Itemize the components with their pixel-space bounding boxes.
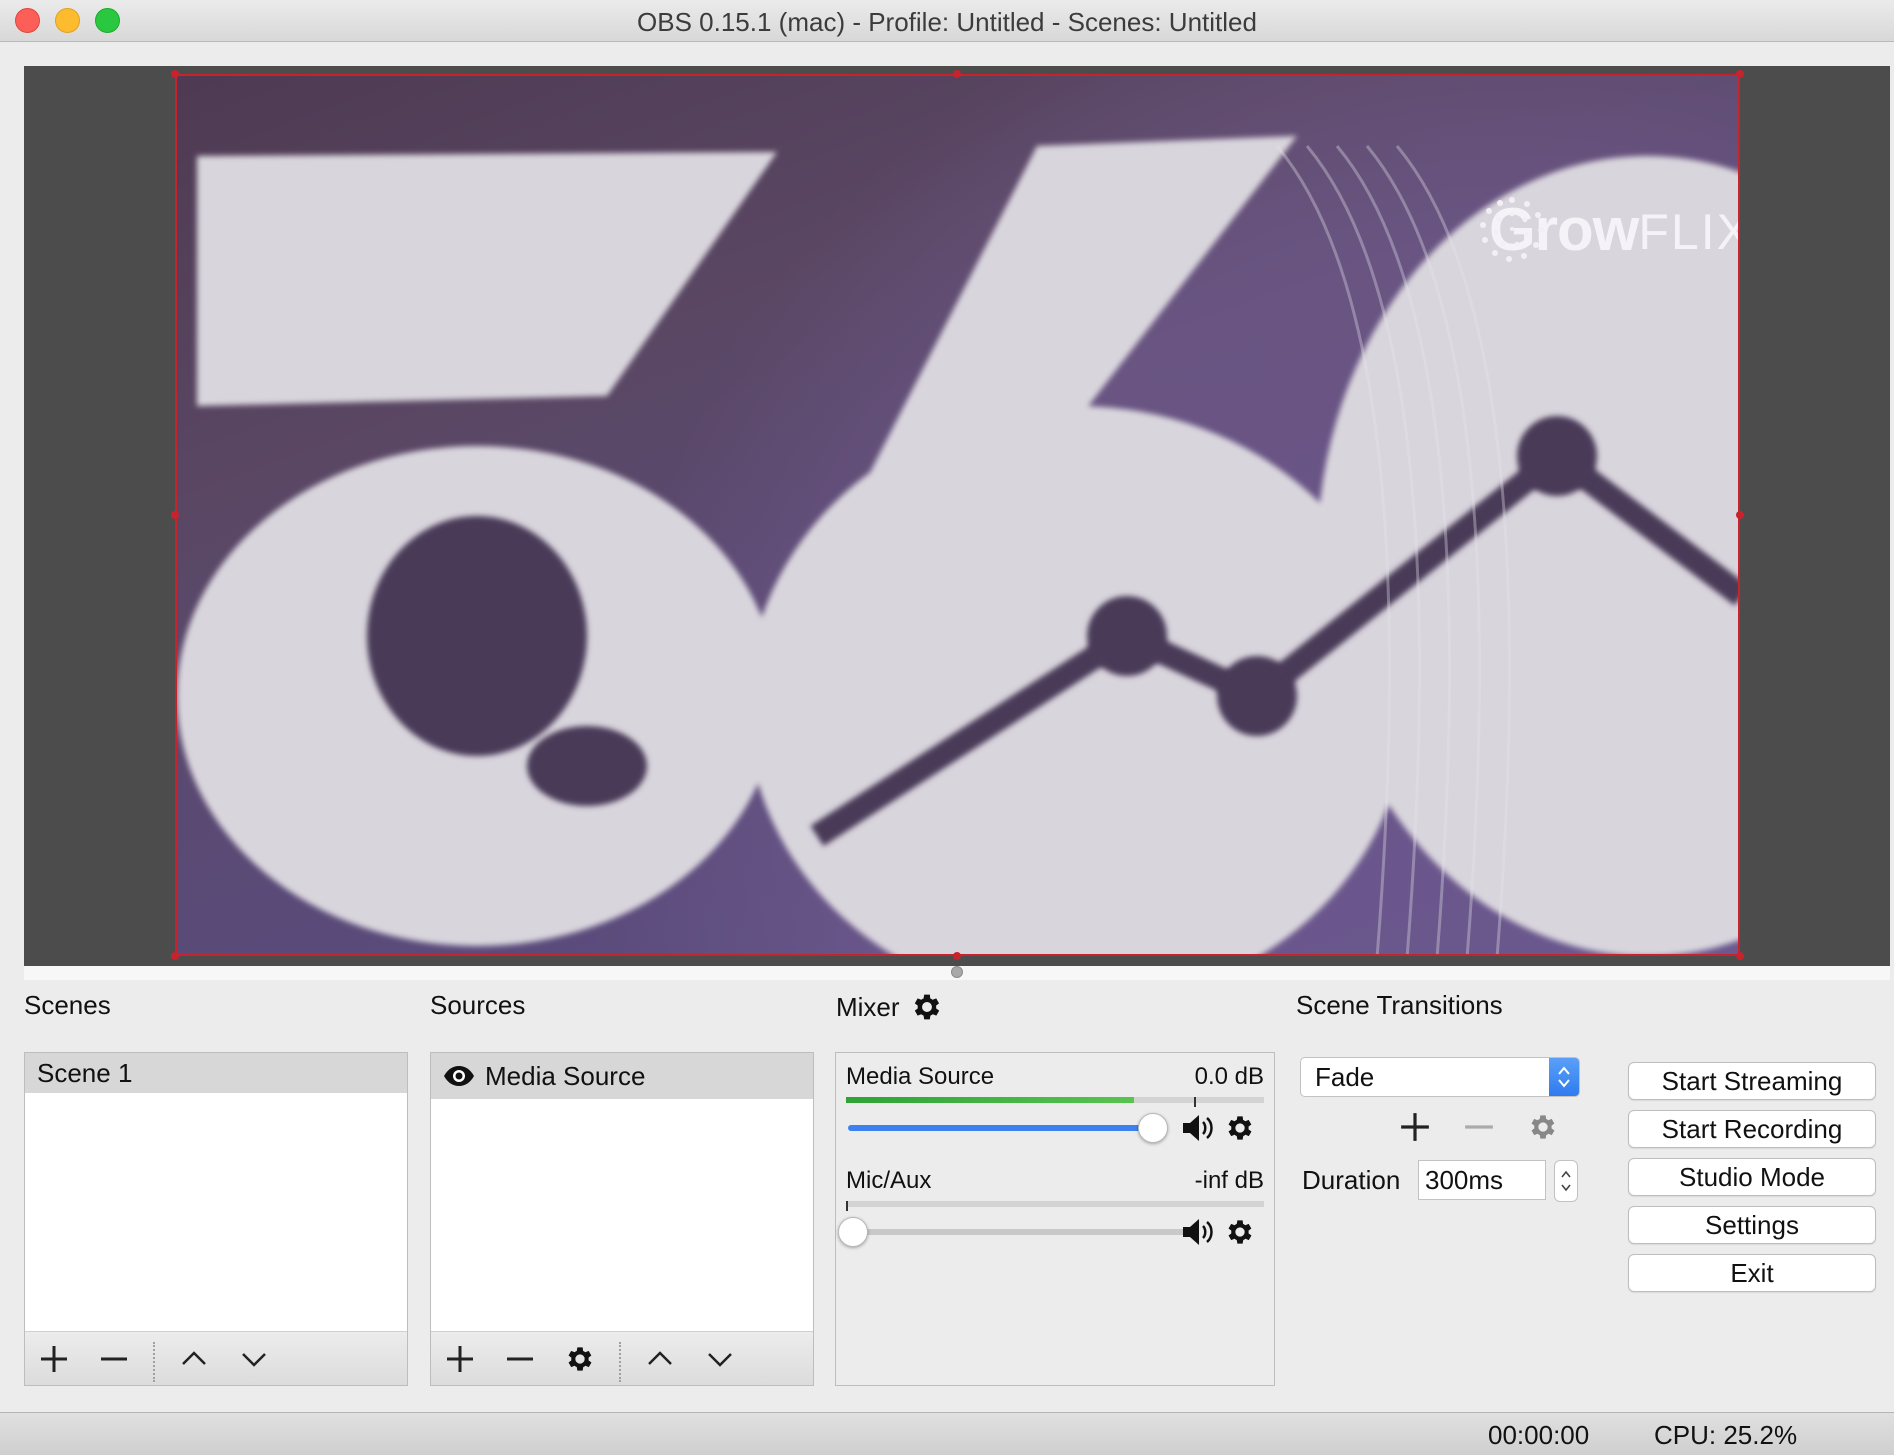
move-scene-down-button[interactable] xyxy=(237,1342,271,1376)
stepper-arrows-icon xyxy=(1561,1170,1571,1192)
mute-button[interactable] xyxy=(1181,1111,1215,1145)
start-streaming-button[interactable]: Start Streaming xyxy=(1628,1062,1876,1100)
mixer-channel-db: -inf dB xyxy=(1194,1167,1264,1194)
move-source-up-button[interactable] xyxy=(643,1342,677,1376)
volume-meter xyxy=(846,1097,1264,1107)
toolbar-separator xyxy=(619,1342,621,1382)
window-title: OBS 0.15.1 (mac) - Profile: Untitled - S… xyxy=(637,7,1257,37)
recording-time: 00:00:00 xyxy=(1488,1420,1590,1450)
mixer-channel-name: Mic/Aux xyxy=(846,1167,932,1194)
remove-scene-button[interactable] xyxy=(97,1342,131,1376)
resize-handle-right[interactable] xyxy=(1736,511,1744,519)
remove-transition-button[interactable] xyxy=(1462,1110,1496,1144)
scenes-label: Scenes xyxy=(24,990,111,1020)
chevron-down-icon xyxy=(242,1353,266,1367)
scene-transitions-label: Scene Transitions xyxy=(1296,990,1503,1020)
toolbar-separator xyxy=(153,1342,155,1382)
volume-meter-peak xyxy=(1194,1097,1196,1107)
logo-text-flix: FLIX xyxy=(1638,204,1738,260)
resize-handle-top[interactable] xyxy=(953,70,961,78)
move-scene-up-button[interactable] xyxy=(177,1342,211,1376)
gear-icon xyxy=(568,1347,592,1371)
source-item-label: Media Source xyxy=(485,1061,646,1091)
volume-meter xyxy=(846,1201,1264,1211)
source-item[interactable]: Media Source xyxy=(431,1053,813,1099)
speaker-icon xyxy=(1183,1219,1213,1245)
splitter-handle[interactable] xyxy=(951,966,963,978)
chevron-down-icon xyxy=(708,1353,732,1367)
status-bar: 00:00:00 CPU: 25.2% xyxy=(0,1412,1894,1455)
scenes-list[interactable]: Scene 1 xyxy=(24,1052,408,1386)
exit-button[interactable]: Exit xyxy=(1628,1254,1876,1292)
plus-icon xyxy=(447,1346,473,1372)
gear-icon xyxy=(1228,1220,1252,1244)
add-source-button[interactable] xyxy=(443,1342,477,1376)
media-source-preview[interactable]: Grow FLIX xyxy=(175,74,1740,956)
gear-icon[interactable] xyxy=(910,990,944,1024)
transition-select[interactable]: Fade xyxy=(1300,1057,1580,1097)
growflix-logo: Grow FLIX xyxy=(1477,194,1738,264)
cpu-usage: CPU: 25.2% xyxy=(1654,1420,1798,1450)
eye-icon[interactable] xyxy=(443,1065,475,1087)
sources-label: Sources xyxy=(430,990,526,1020)
sources-toolbar xyxy=(431,1331,813,1385)
add-scene-button[interactable] xyxy=(37,1342,71,1376)
resize-handle-bottom[interactable] xyxy=(953,952,961,960)
channel-settings-button[interactable] xyxy=(1223,1111,1257,1145)
move-source-down-button[interactable] xyxy=(703,1342,737,1376)
audio-mixer: Media Source 0.0 dB Mic/Aux -inf dB xyxy=(835,1052,1275,1386)
speaker-icon xyxy=(1183,1115,1213,1141)
transition-selected-value: Fade xyxy=(1315,1062,1375,1092)
resize-handle-bottom-left[interactable] xyxy=(171,952,179,960)
mixer-channel-name: Media Source xyxy=(846,1063,995,1090)
minus-icon xyxy=(507,1357,533,1361)
resize-handle-top-left[interactable] xyxy=(171,70,179,78)
channel-settings-button[interactable] xyxy=(1223,1215,1257,1249)
mute-button[interactable] xyxy=(1181,1215,1215,1249)
scene-item[interactable]: Scene 1 xyxy=(25,1053,407,1093)
gear-icon xyxy=(1228,1116,1252,1140)
mixer-header: Mixer xyxy=(836,990,944,1024)
volume-slider-track[interactable] xyxy=(848,1229,1188,1235)
resize-handle-left[interactable] xyxy=(171,511,179,519)
volume-meter-peak xyxy=(846,1201,848,1211)
plus-icon xyxy=(41,1346,67,1372)
add-transition-button[interactable] xyxy=(1398,1110,1432,1144)
title-bar: OBS 0.15.1 (mac) - Profile: Untitled - S… xyxy=(0,0,1894,42)
growflix-dots-icon xyxy=(1480,197,1544,262)
mixer-label: Mixer xyxy=(836,991,900,1022)
volume-slider-knob[interactable] xyxy=(838,1217,868,1247)
gear-icon xyxy=(1531,1115,1555,1139)
volume-slider-track[interactable] xyxy=(848,1125,1158,1131)
duration-stepper[interactable] xyxy=(1554,1160,1578,1202)
minus-icon xyxy=(1465,1125,1493,1129)
studio-mode-button[interactable]: Studio Mode xyxy=(1628,1158,1876,1196)
plus-icon xyxy=(1401,1113,1429,1141)
start-recording-button[interactable]: Start Recording xyxy=(1628,1110,1876,1148)
transition-properties-button[interactable] xyxy=(1526,1110,1560,1144)
minus-icon xyxy=(101,1357,127,1361)
source-properties-button[interactable] xyxy=(563,1342,597,1376)
mixer-channel-db: 0.0 dB xyxy=(1194,1063,1264,1090)
chevron-up-icon xyxy=(648,1351,672,1365)
chevron-up-icon xyxy=(182,1351,206,1365)
resize-handle-bottom-right[interactable] xyxy=(1736,952,1744,960)
resize-handle-top-right[interactable] xyxy=(1736,70,1744,78)
duration-input[interactable]: 300ms xyxy=(1418,1160,1546,1200)
chevron-updown-icon xyxy=(1549,1058,1579,1096)
volume-meter-level xyxy=(846,1097,1134,1103)
scenes-toolbar xyxy=(25,1331,407,1385)
duration-label: Duration xyxy=(1302,1165,1401,1195)
sources-list[interactable]: Media Source xyxy=(430,1052,814,1386)
remove-source-button[interactable] xyxy=(503,1342,537,1376)
volume-slider-knob[interactable] xyxy=(1138,1113,1168,1143)
settings-button[interactable]: Settings xyxy=(1628,1206,1876,1244)
